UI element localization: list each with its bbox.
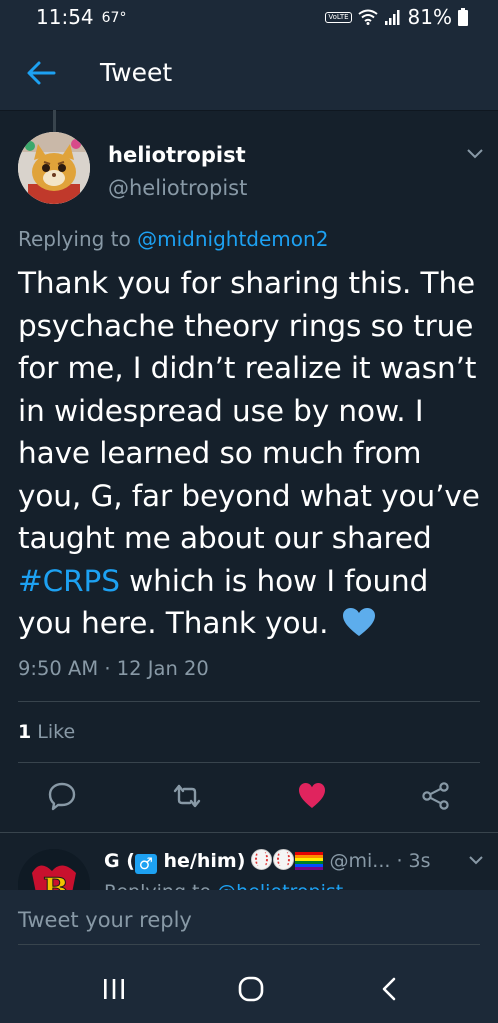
reply-input[interactable]: Tweet your reply (18, 908, 480, 945)
divider (18, 701, 480, 702)
signal-icon (384, 10, 400, 25)
reply-handle: @mi... (329, 850, 391, 872)
avatar-image (18, 132, 90, 204)
likes-number: 1 (18, 721, 32, 743)
reply-name-start: G ( (104, 850, 135, 872)
compose-bar: Tweet your reply (0, 890, 498, 956)
blue-heart-icon (342, 608, 375, 636)
author-name[interactable]: heliotropist (108, 143, 246, 167)
replying-to-link[interactable]: @midnightdemon2 (137, 227, 328, 251)
tweet-text: Thank you for sharing this. The psychach… (18, 262, 488, 645)
male-sign-icon: ♂ (134, 854, 157, 874)
replying-to: Replying to @midnightdemon2 (18, 227, 328, 251)
battery-icon (458, 8, 468, 26)
app-bar: Tweet (0, 34, 498, 111)
recents-icon[interactable] (100, 976, 128, 1002)
status-icons: VoLTE 81% (325, 0, 468, 34)
reply-name-end: he/him) (156, 850, 246, 872)
arrow-left-icon[interactable] (24, 56, 58, 90)
tweet-timestamp: 9:50 AM · 12 Jan 20 (18, 657, 209, 680)
svg-text:B: B (43, 872, 68, 891)
reply-avatar[interactable]: B (18, 849, 90, 891)
avatar[interactable] (18, 132, 90, 204)
home-icon[interactable] (237, 976, 265, 1002)
baseball-icon (273, 849, 295, 870)
baseball-icon (251, 849, 273, 870)
share-icon[interactable] (421, 781, 451, 811)
system-nav-bar (0, 956, 498, 1023)
status-time: 11:54 (36, 5, 94, 29)
divider (18, 762, 480, 763)
sox-logo-icon: B (18, 849, 90, 891)
chevron-down-icon[interactable] (466, 148, 484, 160)
replying-prefix: Replying to (18, 227, 138, 251)
wifi-icon (357, 9, 378, 25)
hashtag-link[interactable]: #CRPS (18, 564, 120, 598)
reply-header: G (♂ he/him) @mi... · 3s (104, 849, 431, 874)
heart-icon[interactable] (297, 781, 327, 811)
likes-count[interactable]: 1 Like (18, 721, 75, 743)
battery-percent: 81% (407, 5, 452, 29)
retweet-icon[interactable] (172, 781, 202, 811)
volte-icon: VoLTE (325, 11, 352, 23)
reply-icon[interactable] (47, 781, 77, 811)
likes-label: Like (31, 721, 76, 743)
rainbow-flag-icon (295, 852, 324, 870)
status-temperature: 67° (101, 10, 127, 26)
status-bar: 11:54 67° VoLTE 81% (0, 0, 498, 34)
chevron-down-icon[interactable] (468, 855, 484, 866)
reply-tweet[interactable]: B G (♂ he/him) @mi... · 3s Replying to @… (0, 832, 498, 891)
tweet-text-part1: Thank you for sharing this. The psychach… (18, 266, 480, 555)
reply-time: · 3s (396, 850, 431, 872)
author-handle[interactable]: @heliotropist (108, 176, 247, 200)
page-title: Tweet (100, 58, 173, 87)
back-icon[interactable] (376, 976, 404, 1002)
thread-connector (53, 110, 56, 132)
